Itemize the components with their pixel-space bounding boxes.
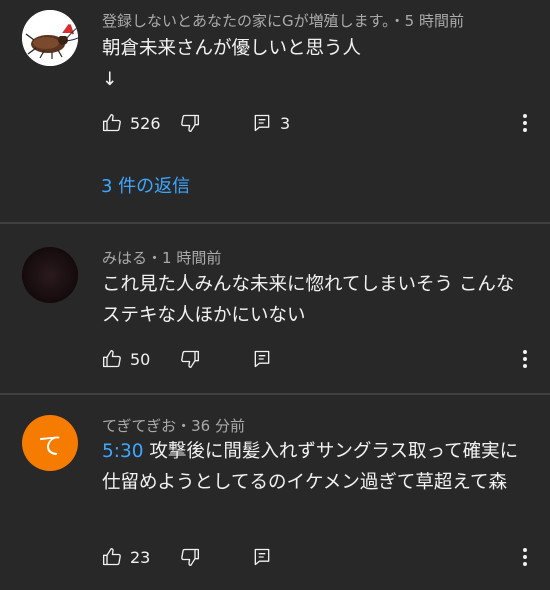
view-replies-link[interactable]: 3 件の返信: [101, 172, 190, 198]
timestamp-link[interactable]: 5:30: [102, 441, 144, 462]
divider: [0, 393, 550, 395]
reply-button[interactable]: 3: [252, 108, 290, 138]
reply-comment-icon: [254, 350, 270, 368]
reply-comment-icon: [254, 548, 270, 566]
comment-time: ・5 時間前: [389, 12, 464, 30]
comment-meta: 登録しないとあなたの家にGが増殖します。・5 時間前: [102, 10, 464, 31]
reply-comment-icon: [254, 114, 270, 132]
comment-text: 朝倉未来さんが優しいと思う人 ↓: [102, 38, 362, 90]
comment-author[interactable]: 登録しないとあなたの家にGが増殖します。: [102, 12, 390, 30]
more-options-icon[interactable]: [518, 344, 532, 374]
thumbs-down-icon: [181, 350, 199, 368]
dislike-button[interactable]: [180, 344, 200, 374]
comment-actions: 50: [0, 344, 550, 374]
thumbs-down-icon: [181, 548, 199, 566]
like-button[interactable]: 23: [102, 542, 150, 572]
avatar-letter: て: [38, 431, 62, 460]
comment-time: ・36 分前: [176, 417, 245, 435]
thumbs-up-icon: [103, 350, 121, 368]
more-options-icon[interactable]: [518, 542, 532, 572]
avatar[interactable]: [22, 10, 78, 66]
dark-avatar-icon: [22, 247, 78, 303]
thumbs-down-icon: [181, 114, 199, 132]
reply-count: 3: [280, 113, 291, 133]
reply-button[interactable]: [252, 542, 272, 572]
avatar[interactable]: て: [22, 415, 78, 471]
like-count: 50: [130, 349, 151, 369]
comment-actions: 23: [0, 542, 550, 572]
like-button[interactable]: 50: [102, 344, 150, 374]
thumbs-up-icon: [103, 114, 121, 132]
cockroach-santa-icon: [22, 10, 78, 66]
reply-button[interactable]: [252, 344, 272, 374]
comment-actions: 526 3: [0, 108, 550, 138]
thumbs-up-icon: [103, 548, 121, 566]
divider: [0, 222, 550, 224]
comment-text: これ見た人みんな未来に惚れてしまいそう こんなステキな人ほかにいない: [102, 274, 515, 326]
comment-text: 5:30 攻撃後に間髪入れずサングラス取って確実に仕留めようとしてるのイケメン過…: [102, 436, 532, 498]
avatar[interactable]: [22, 247, 78, 303]
comment-meta: てぎてぎお・36 分前: [102, 415, 245, 436]
comment-meta: みはる・1 時間前: [102, 247, 221, 268]
comment-author[interactable]: てぎてぎお: [102, 417, 176, 435]
comment-text-body: 攻撃後に間髪入れずサングラス取って確実に仕留めようとしてるのイケメン過ぎて草超え…: [102, 441, 519, 493]
comment-time: ・1 時間前: [147, 249, 222, 267]
more-options-icon[interactable]: [518, 108, 532, 138]
comment-author[interactable]: みはる: [102, 249, 147, 267]
like-count: 526: [130, 113, 161, 133]
like-button[interactable]: 526: [102, 108, 161, 138]
dislike-button[interactable]: [180, 542, 200, 572]
like-count: 23: [130, 547, 151, 567]
dislike-button[interactable]: [180, 108, 200, 138]
